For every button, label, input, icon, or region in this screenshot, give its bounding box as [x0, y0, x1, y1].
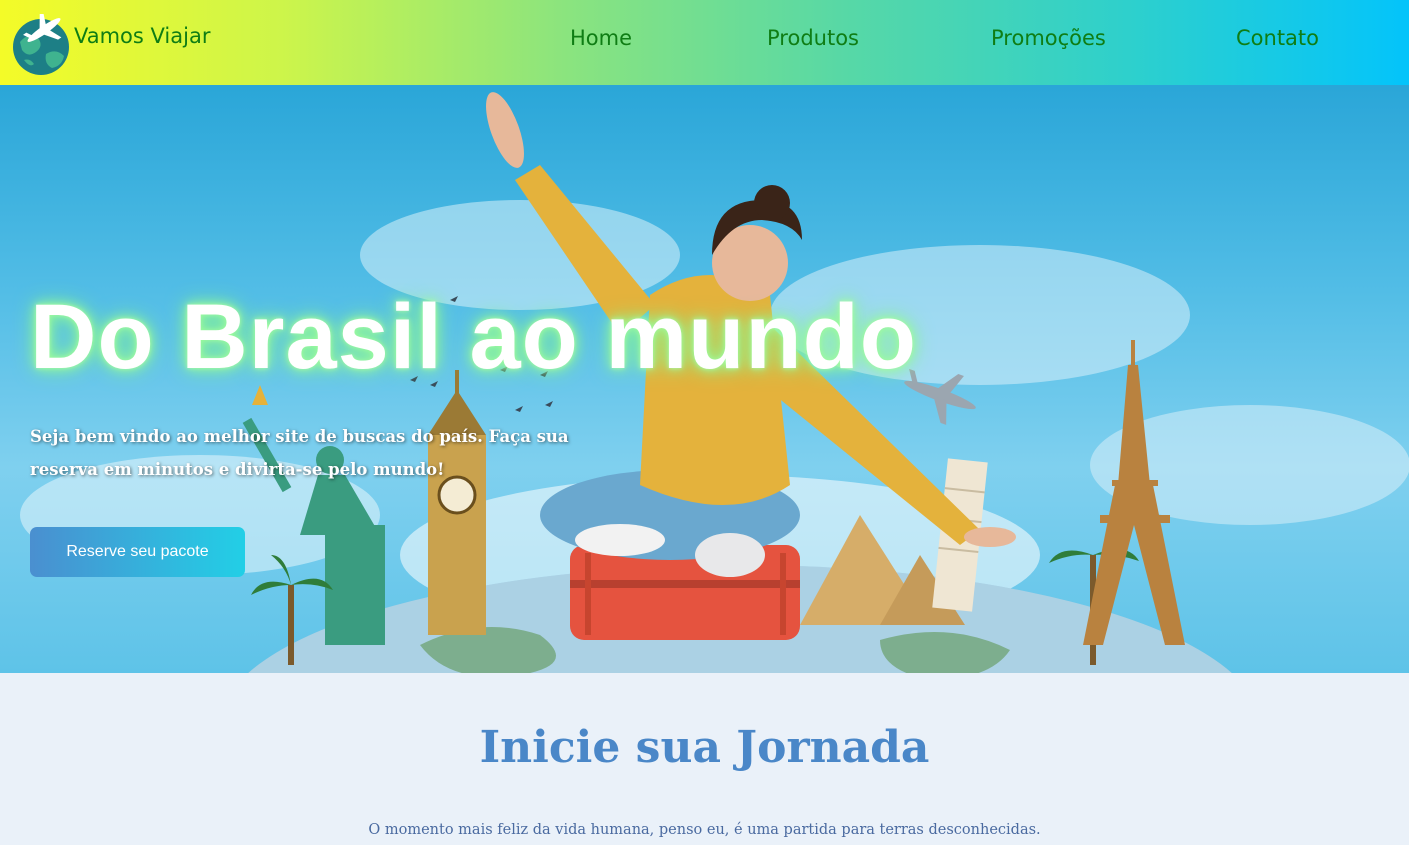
- nav-contato[interactable]: Contato: [1236, 26, 1319, 50]
- reserve-package-button[interactable]: Reserve seu pacote: [30, 527, 245, 577]
- hero-banner: Do Brasil ao mundo Seja bem vindo ao mel…: [0, 85, 1409, 673]
- section-quote: O momento mais feliz da vida humana, pen…: [368, 822, 1041, 838]
- top-nav-bar: Vamos Viajar Home Produtos Promoções Con…: [0, 0, 1409, 85]
- hero-title: Do Brasil ao mundo: [30, 286, 917, 388]
- brand-name[interactable]: Vamos Viajar: [74, 24, 210, 48]
- section-title: Inicie sua Jornada: [479, 722, 930, 773]
- nav-promocoes[interactable]: Promoções: [991, 26, 1106, 50]
- globe-airplane-icon[interactable]: [10, 14, 72, 76]
- nav-produtos[interactable]: Produtos: [767, 26, 859, 50]
- hero-subtitle: Seja bem vindo ao melhor site de buscas …: [30, 427, 569, 479]
- nav-home[interactable]: Home: [570, 26, 632, 50]
- big-ben: [428, 370, 486, 635]
